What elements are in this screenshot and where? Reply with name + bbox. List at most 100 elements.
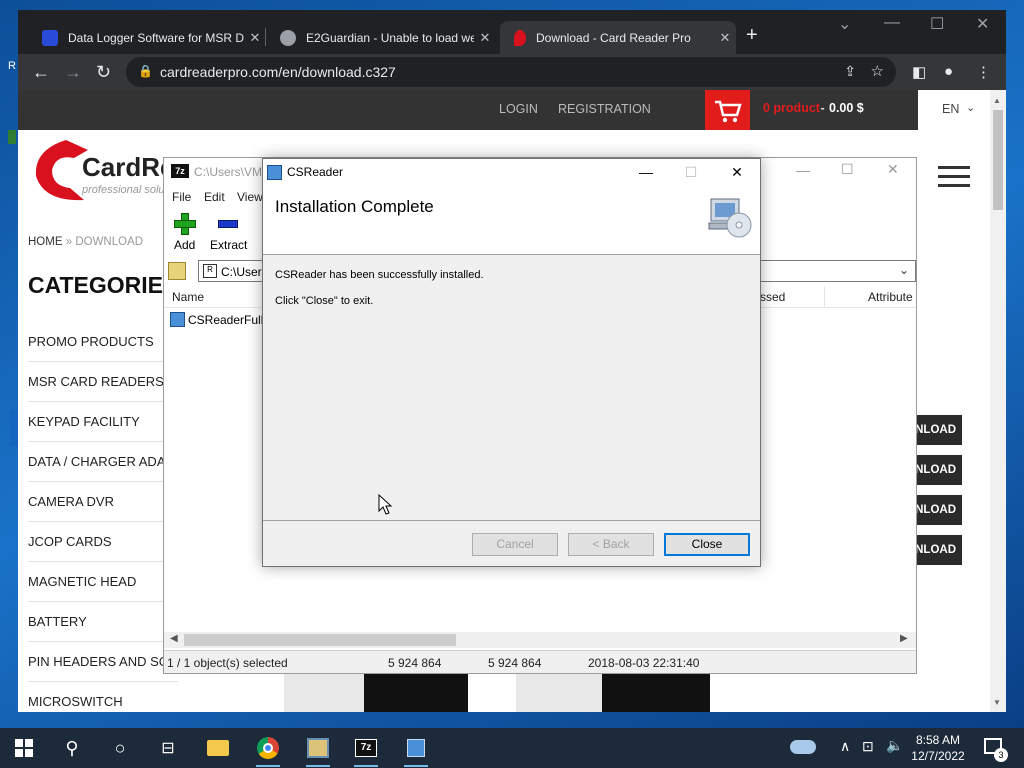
desktop-icon-fragment[interactable]: R [8,60,16,72]
network-icon[interactable]: ⊡ [862,738,874,755]
file-row[interactable]: CSReaderFull- [168,310,268,330]
clock[interactable]: 8:58 AM 12/7/2022 [906,732,970,764]
browser-tab-data-logger[interactable]: Data Logger Software for MSR D ✕ [28,21,266,54]
cart-button[interactable] [705,90,750,130]
menu-view[interactable]: View [237,190,263,204]
product-thumbnail[interactable] [602,674,710,712]
category-item[interactable]: MAGNETIC HEAD [28,562,178,602]
close-tab-icon[interactable]: ✕ [244,30,266,46]
column-header-name[interactable]: Name [172,290,204,304]
categories-heading: CATEGORIES [28,272,179,298]
cart-separator: - [817,101,829,115]
show-hidden-icons-chevron[interactable]: ∧ [840,738,850,755]
file-explorer-icon[interactable] [198,734,238,762]
browser-tab-card-reader-pro[interactable]: Download - Card Reader Pro ✕ [500,21,736,54]
close-window-button[interactable]: ✕ [714,159,760,189]
folder-up-icon[interactable] [168,262,186,280]
scrollbar-thumb[interactable] [184,634,456,646]
back-arrow-icon[interactable]: ← [32,62,50,83]
status-modified: 2018-08-03 22:31:40 [588,656,700,670]
close-tab-icon[interactable]: ✕ [714,30,736,46]
address-bar[interactable]: 🔒 cardreaderpro.com/en/download.c327 ⇪ ☆ [126,57,896,87]
cortana-circle-icon[interactable]: ○ [100,734,140,762]
scroll-down-icon[interactable]: ▼ [993,698,1001,707]
menu-file[interactable]: File [172,190,191,204]
start-windows-icon[interactable] [4,734,44,762]
minimize-window-button[interactable]: — [623,159,669,189]
close-window-button[interactable]: ✕ [976,14,989,34]
desktop-icon-fragment[interactable] [8,130,16,144]
category-item[interactable]: BATTERY [28,602,178,642]
download-button[interactable]: NLOAD [914,495,962,525]
minimize-window-button[interactable]: — [884,14,900,32]
chrome-taskbar-icon[interactable] [248,734,288,767]
maximize-window-button[interactable]: ☐ [930,14,944,34]
browser-tab-e2guardian[interactable]: E2Guardian - Unable to load wel ✕ [266,21,496,54]
share-icon[interactable]: ⇪ [844,63,856,80]
scroll-up-icon[interactable]: ▲ [993,96,1001,105]
registration-link[interactable]: REGISTRATION [558,102,651,116]
site-logo[interactable]: CardRe professional soluti [26,134,174,207]
column-header-attributes[interactable]: Attribute [868,290,913,304]
category-item[interactable]: MSR CARD READERS [28,362,178,402]
extract-minus-icon[interactable] [218,220,238,228]
menu-edit[interactable]: Edit [204,190,225,204]
profile-icon[interactable]: ● [944,63,953,80]
category-item[interactable]: CAMERA DVR [28,482,178,522]
dialog-heading: Installation Complete [275,197,434,216]
chevron-down-icon[interactable]: ⌄ [899,263,909,277]
forward-arrow-icon[interactable]: → [64,62,82,83]
login-link[interactable]: LOGIN [499,102,538,116]
cart-products-count: 0 product [763,101,820,115]
category-item[interactable]: PIN HEADERS AND SC [28,642,178,682]
extract-button-label[interactable]: Extract [210,238,247,252]
breadcrumb-current: DOWNLOAD [75,236,144,248]
download-button[interactable]: NLOAD [914,535,962,565]
column-header-packed-size[interactable]: ssed [760,290,785,304]
page-scrollbar[interactable]: ▲ ▼ [990,90,1006,712]
desktop-icon-fragment[interactable] [10,410,18,446]
installer-taskbar-icon[interactable] [396,734,436,767]
category-item[interactable]: JCOP CARDS [28,522,178,562]
reload-icon[interactable]: ↻ [96,62,111,83]
search-icon[interactable]: ⚲ [52,734,92,762]
category-item[interactable]: KEYPAD FACILITY [28,402,178,442]
path-text: C:\Users [221,265,268,279]
volume-icon[interactable]: 🔈 [886,737,903,754]
close-window-button[interactable]: ✕ [887,161,899,178]
scroll-left-icon[interactable]: ◀ [170,633,178,644]
product-thumbnail[interactable] [516,674,602,712]
dialog-title-bar[interactable]: CSReader — ☐ ✕ [263,159,760,187]
task-view-icon[interactable]: ⊟ [148,734,188,762]
7zip-taskbar-icon[interactable]: 7z [346,734,386,767]
category-item[interactable]: DATA / CHARGER ADA [28,442,178,482]
onedrive-cloud-icon[interactable] [790,740,816,754]
site-top-bar: LOGIN REGISTRATION 0 product - 0.00 $ [18,90,950,130]
minimize-window-button[interactable]: — [796,162,810,178]
maximize-window-button[interactable]: ☐ [668,159,714,189]
back-button[interactable]: < Back [568,533,654,556]
language-selector[interactable]: EN ⌄ [918,90,990,130]
download-button[interactable]: NLOAD [914,415,962,445]
network-tool-icon[interactable] [298,734,338,767]
category-item[interactable]: MICROSWITCH [28,682,178,712]
scrollbar-thumb[interactable] [993,110,1003,210]
horizontal-scrollbar[interactable]: ◀ ▶ [164,632,916,648]
category-item[interactable]: PROMO PRODUCTS [28,322,178,362]
close-tab-icon[interactable]: ✕ [474,30,496,46]
maximize-window-button[interactable]: ☐ [841,161,854,178]
download-button[interactable]: NLOAD [914,455,962,485]
scroll-right-icon[interactable]: ▶ [900,633,908,644]
breadcrumb-home[interactable]: HOME [28,236,63,248]
tab-search-icon[interactable]: ⌄ [838,14,851,34]
new-tab-button[interactable]: + [746,24,758,47]
close-button[interactable]: Close [664,533,750,556]
cancel-button[interactable]: Cancel [472,533,558,556]
bookmark-star-icon[interactable]: ☆ [871,62,884,80]
menu-kebab-icon[interactable]: ⋮ [976,63,991,81]
product-thumbnail[interactable] [364,674,468,712]
hamburger-menu-icon[interactable] [938,166,970,188]
add-plus-icon[interactable] [174,213,196,235]
side-panel-icon[interactable]: ◧ [912,63,926,81]
add-button-label[interactable]: Add [174,238,195,252]
